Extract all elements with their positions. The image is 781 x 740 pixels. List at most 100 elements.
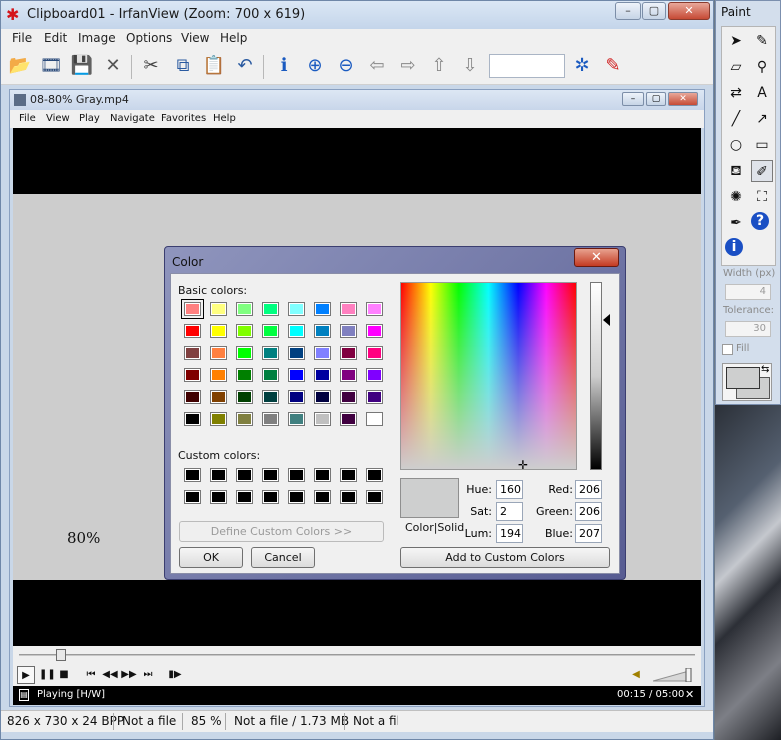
frame-step-button[interactable]: ▮▶: [167, 666, 183, 684]
lum-input[interactable]: 194: [496, 524, 523, 543]
basic-color-swatch[interactable]: [210, 346, 227, 360]
info-icon[interactable]: ℹ: [271, 53, 297, 79]
menu-help[interactable]: Help: [220, 31, 247, 45]
luminosity-bar[interactable]: [590, 282, 602, 470]
play-button[interactable]: ▶: [17, 666, 35, 684]
basic-color-swatch[interactable]: [314, 412, 331, 426]
basic-color-swatch[interactable]: [340, 324, 357, 338]
previous-track-button[interactable]: ⏮: [83, 666, 99, 684]
custom-color-swatch[interactable]: [210, 490, 227, 504]
spray-icon[interactable]: ✺: [725, 186, 747, 208]
rewind-button[interactable]: ◀◀: [102, 666, 118, 684]
crop-icon[interactable]: ⛶: [751, 186, 773, 208]
basic-color-swatch[interactable]: [366, 412, 383, 426]
basic-color-swatch[interactable]: [236, 412, 253, 426]
color-spectrum[interactable]: ✛: [400, 282, 577, 471]
basic-color-swatch[interactable]: [210, 324, 227, 338]
seek-track[interactable]: [19, 654, 695, 656]
custom-color-swatch[interactable]: [236, 490, 253, 504]
basic-color-swatch[interactable]: [366, 324, 383, 338]
blue-input[interactable]: 207: [575, 524, 602, 543]
next-icon[interactable]: ⇨: [395, 53, 421, 79]
basic-color-swatch[interactable]: [262, 368, 279, 382]
basic-color-swatch[interactable]: [288, 368, 305, 382]
help-icon[interactable]: ?: [751, 212, 769, 230]
add-to-custom-colors-button[interactable]: Add to Custom Colors: [400, 547, 610, 568]
text-icon[interactable]: A: [751, 82, 773, 104]
basic-color-swatch[interactable]: [210, 368, 227, 382]
toolbar-zoom-input[interactable]: [489, 54, 565, 78]
basic-color-swatch[interactable]: [288, 390, 305, 404]
paste-icon[interactable]: 📋: [201, 53, 227, 79]
zoom-out-icon[interactable]: ⊖: [333, 53, 359, 79]
ok-button[interactable]: OK: [179, 547, 243, 568]
define-custom-colors-button[interactable]: Define Custom Colors >>: [179, 521, 384, 542]
custom-color-swatch[interactable]: [262, 468, 279, 482]
fill-checkbox[interactable]: [722, 344, 733, 355]
basic-color-swatch[interactable]: [236, 324, 253, 338]
page-up-icon[interactable]: ⇧: [426, 53, 452, 79]
basic-color-swatch[interactable]: [340, 368, 357, 382]
basic-color-swatch[interactable]: [262, 346, 279, 360]
stamp-icon[interactable]: ⚲: [751, 56, 773, 78]
basic-color-swatch[interactable]: [314, 390, 331, 404]
basic-color-swatch[interactable]: [262, 302, 279, 316]
brush-icon[interactable]: ✒: [725, 212, 747, 234]
basic-color-swatch[interactable]: [288, 302, 305, 316]
basic-color-swatch[interactable]: [210, 412, 227, 426]
minimize-button[interactable]: –: [615, 2, 641, 20]
menu-file[interactable]: File: [12, 31, 32, 45]
delete-icon[interactable]: ✕: [100, 53, 126, 79]
paint-color-selector[interactable]: ⇆: [722, 363, 772, 401]
stop-button[interactable]: ■: [57, 666, 71, 684]
basic-color-swatch[interactable]: [366, 368, 383, 382]
pencil-icon[interactable]: ✎: [751, 30, 773, 52]
fast-forward-button[interactable]: ▶▶: [121, 666, 137, 684]
player-menu-view[interactable]: View: [46, 113, 70, 124]
green-input[interactable]: 206: [575, 502, 602, 521]
volume-icon[interactable]: ◀: [629, 666, 643, 684]
select-arrow-icon[interactable]: ➤: [725, 30, 747, 52]
pause-button[interactable]: ❚❚: [39, 666, 56, 684]
color-picker-icon[interactable]: ✐: [751, 160, 773, 182]
menu-view[interactable]: View: [181, 31, 209, 45]
basic-color-swatch[interactable]: [340, 346, 357, 360]
player-menu-help[interactable]: Help: [213, 113, 236, 124]
custom-color-swatch[interactable]: [236, 468, 253, 482]
basic-color-swatch[interactable]: [184, 368, 201, 382]
basic-color-swatch[interactable]: [314, 324, 331, 338]
close-button[interactable]: ✕: [668, 2, 710, 20]
foreground-color-swatch[interactable]: [726, 367, 760, 389]
menu-edit[interactable]: Edit: [44, 31, 67, 45]
info-icon[interactable]: i: [725, 238, 743, 256]
player-close-button[interactable]: ✕: [668, 92, 698, 106]
basic-color-swatch[interactable]: [236, 368, 253, 382]
custom-color-swatch[interactable]: [340, 490, 357, 504]
basic-color-swatch[interactable]: [262, 390, 279, 404]
basic-color-swatch[interactable]: [340, 390, 357, 404]
open-folder-icon[interactable]: 📂: [7, 53, 33, 79]
title-bar[interactable]: ✱ Clipboard01 - IrfanView (Zoom: 700 x 6…: [1, 1, 713, 29]
basic-color-swatch[interactable]: [262, 412, 279, 426]
custom-color-swatch[interactable]: [340, 468, 357, 482]
basic-color-swatch[interactable]: [366, 302, 383, 316]
next-track-button[interactable]: ⏭: [140, 666, 156, 684]
basic-color-swatch[interactable]: [314, 368, 331, 382]
color-replace-icon[interactable]: ⇄: [725, 82, 747, 104]
basic-color-swatch[interactable]: [340, 302, 357, 316]
undo-icon[interactable]: ↶: [232, 53, 258, 79]
basic-color-swatch[interactable]: [262, 324, 279, 338]
seek-thumb[interactable]: [56, 649, 67, 661]
basic-color-swatch[interactable]: [366, 390, 383, 404]
custom-color-swatch[interactable]: [366, 490, 383, 504]
custom-color-swatch[interactable]: [288, 490, 305, 504]
tolerance-input[interactable]: 30: [725, 321, 771, 337]
basic-color-swatch[interactable]: [314, 302, 331, 316]
seek-bar[interactable]: [13, 646, 701, 664]
player-menu-favorites[interactable]: Favorites: [161, 113, 206, 124]
basic-color-swatch[interactable]: [210, 390, 227, 404]
paint-icon[interactable]: ✎: [600, 53, 626, 79]
custom-color-swatch[interactable]: [262, 490, 279, 504]
slideshow-icon[interactable]: 🎞: [38, 53, 64, 79]
custom-color-swatch[interactable]: [288, 468, 305, 482]
